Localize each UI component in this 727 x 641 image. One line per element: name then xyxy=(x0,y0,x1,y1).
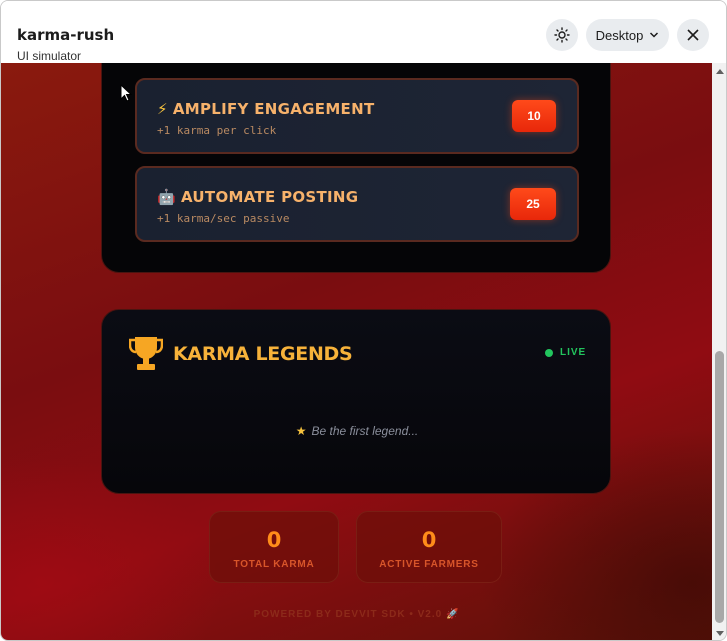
stat-value: 0 xyxy=(266,528,282,552)
app-viewport: ⚡ AMPLIFY ENGAGEMENT +1 karma per click 1… xyxy=(1,63,712,640)
sun-icon xyxy=(554,27,570,43)
vertical-scrollbar[interactable] xyxy=(712,63,726,640)
stat-label: ACTIVE FARMERS xyxy=(379,559,479,570)
upgrade-title: AMPLIFY ENGAGEMENT xyxy=(172,100,375,118)
theme-toggle-button[interactable] xyxy=(546,19,578,51)
chevron-down-icon xyxy=(650,32,659,38)
live-indicator: LIVE xyxy=(545,347,586,358)
upgrade-description: +1 karma per click xyxy=(157,124,277,137)
star-icon: ★ xyxy=(295,424,307,438)
scroll-down-arrow-icon[interactable] xyxy=(716,631,724,636)
upgrade-cost-button[interactable]: 25 xyxy=(510,188,556,220)
lightning-icon: ⚡ xyxy=(157,100,168,118)
upgrade-name: 🤖 AUTOMATE POSTING xyxy=(157,188,358,206)
upgrade-title: AUTOMATE POSTING xyxy=(180,188,359,206)
stat-total-karma: 0 TOTAL KARMA xyxy=(209,511,339,583)
leaderboard-empty-message: ★ Be the first legend... xyxy=(102,424,612,438)
app-subtitle: UI simulator xyxy=(17,49,82,63)
footer-credit: POWERED BY DEVVIT SDK • V2.0 🚀 xyxy=(253,609,460,620)
title-bar: karma-rush UI simulator Desktop xyxy=(1,1,726,63)
upgrade-description: +1 karma/sec passive xyxy=(157,212,290,225)
simulator-window: karma-rush UI simulator Desktop ⚡ AMPLIF… xyxy=(0,0,727,641)
leaderboard-title: KARMA LEGENDS xyxy=(173,343,353,365)
close-button[interactable] xyxy=(677,19,709,51)
live-label: LIVE xyxy=(560,347,587,358)
scroll-up-arrow-icon[interactable] xyxy=(716,69,724,74)
upgrades-panel: ⚡ AMPLIFY ENGAGEMENT +1 karma per click 1… xyxy=(101,63,611,273)
upgrade-amplify-engagement[interactable]: ⚡ AMPLIFY ENGAGEMENT +1 karma per click 1… xyxy=(135,78,579,154)
mouse-cursor-icon xyxy=(120,84,132,102)
empty-message-text: Be the first legend... xyxy=(311,424,419,438)
upgrade-name: ⚡ AMPLIFY ENGAGEMENT xyxy=(157,100,374,118)
leaderboard-panel: KARMA LEGENDS LIVE ★ Be the first legend.… xyxy=(101,309,611,494)
upgrade-cost-button[interactable]: 10 xyxy=(512,100,556,132)
live-dot-icon xyxy=(545,348,553,357)
robot-icon: 🤖 xyxy=(157,188,176,206)
scroll-thumb[interactable] xyxy=(715,351,724,623)
stat-value: 0 xyxy=(421,528,437,552)
app-title: karma-rush xyxy=(17,26,115,44)
stat-label: TOTAL KARMA xyxy=(233,559,315,570)
device-select-label: Desktop xyxy=(595,27,644,43)
stat-active-farmers: 0 ACTIVE FARMERS xyxy=(356,511,502,583)
device-select[interactable]: Desktop xyxy=(586,19,669,51)
close-icon xyxy=(687,29,699,41)
trophy-icon xyxy=(129,337,163,370)
upgrade-automate-posting[interactable]: 🤖 AUTOMATE POSTING +1 karma/sec passive 2… xyxy=(135,166,579,242)
